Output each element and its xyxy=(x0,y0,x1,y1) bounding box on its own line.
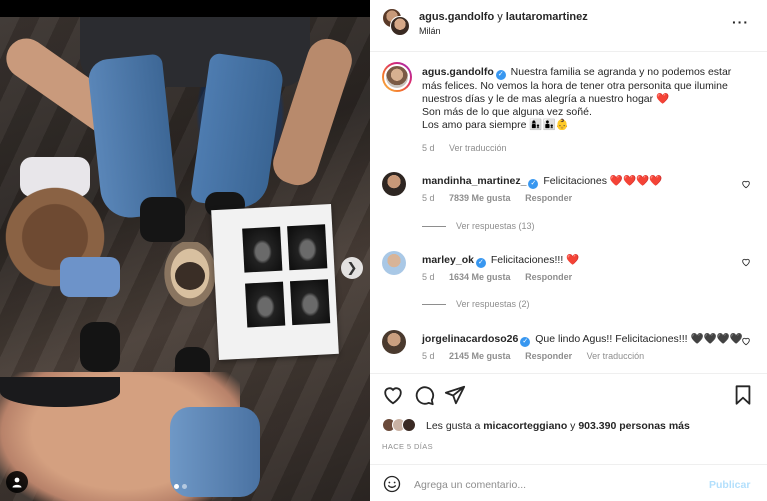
family-emoji: 👩‍👦👨‍👦👶 xyxy=(529,119,569,131)
comment-likes[interactable]: 1634 Me gusta xyxy=(449,272,511,282)
location-link[interactable]: Milán xyxy=(419,26,441,36)
caption-avatar[interactable] xyxy=(382,62,412,92)
caption-meta: 5 d Ver traducción xyxy=(422,143,519,153)
comment-likes[interactable]: 2145 Me gusta xyxy=(449,351,511,361)
post-header: agus.gandolfo y lautaromartinez Milán ··… xyxy=(370,0,767,52)
bookmark-icon[interactable] xyxy=(732,384,754,406)
view-replies-link[interactable]: Ver respuestas (2) xyxy=(422,299,530,309)
verified-icon: ✓ xyxy=(495,70,506,80)
reply-link[interactable]: Responder xyxy=(525,272,572,282)
reply-link[interactable]: Responder xyxy=(525,351,572,361)
user-icon xyxy=(12,477,22,488)
carousel-dot xyxy=(182,484,187,489)
photo-shoe xyxy=(140,197,185,242)
liker-username[interactable]: micacorteggiano xyxy=(483,420,567,432)
share-icon[interactable] xyxy=(444,384,466,406)
comment-age[interactable]: 5 d xyxy=(422,272,435,282)
likes-summary: Les gusta a micacorteggiano y 903.390 pe… xyxy=(382,418,754,434)
comment-text: Felicitaciones ❤️❤️❤️❤️ xyxy=(543,175,663,187)
view-replies-text: Ver respuestas (13) xyxy=(456,221,535,231)
view-replies-link[interactable]: Ver respuestas (13) xyxy=(422,221,535,231)
avatar xyxy=(402,418,416,432)
divider xyxy=(370,373,767,374)
heart-outline-icon[interactable] xyxy=(741,257,751,267)
photo-shoe xyxy=(80,322,120,372)
replies-line xyxy=(422,304,446,306)
emoji-icon[interactable] xyxy=(383,475,401,493)
instagram-post-modal: ❯ agus.gandolfo y lautaromartinez Milán xyxy=(0,0,767,501)
comment-text: Felicitaciones!!! ❤️ xyxy=(490,254,580,266)
caption-username[interactable]: agus.gandolfo xyxy=(422,66,494,78)
photo-pug xyxy=(175,262,205,290)
likes-middle: y xyxy=(570,420,576,432)
comment-icon[interactable] xyxy=(413,384,435,406)
heart-outline-icon[interactable] xyxy=(741,179,751,189)
replies-line xyxy=(422,226,446,228)
view-replies-text: Ver respuestas (2) xyxy=(456,299,530,309)
translate-link[interactable]: Ver traducción xyxy=(587,351,645,361)
comment-meta: 5 d 2145 Me gusta Responder Ver traducci… xyxy=(422,351,656,361)
likes-prefix: Les gusta a xyxy=(426,420,481,432)
username-link[interactable]: agus.gandolfo xyxy=(419,11,494,23)
connector-text: y xyxy=(497,11,503,23)
comment-username[interactable]: marley_ok xyxy=(422,254,474,266)
comment-meta: 5 d 1634 Me gusta Responder xyxy=(422,272,584,282)
photo-top xyxy=(0,377,120,407)
tagged-users-button[interactable] xyxy=(6,471,28,493)
comment-input[interactable]: Agrega un comentario... xyxy=(414,479,694,491)
carousel-dots xyxy=(174,484,187,489)
ultrasound-scan xyxy=(245,281,286,328)
comment-username[interactable]: mandinha_martinez_ xyxy=(422,175,526,187)
post-caption: agus.gandolfo ✓ Nuestra familia se agrand… xyxy=(422,66,752,132)
avatar xyxy=(384,64,410,90)
avatar xyxy=(390,16,410,36)
reply-link[interactable]: Responder xyxy=(525,193,572,203)
comment-username[interactable]: jorgelinacardoso26 xyxy=(422,333,518,345)
post-photo[interactable]: ❯ xyxy=(0,17,370,501)
posted-time[interactable]: HACE 5 DÍAS xyxy=(382,442,433,451)
comment-body: mandinha_martinez_ ✓ Felicitaciones ❤️❤️❤… xyxy=(422,174,662,189)
comment-body: jorgelinacardoso26 ✓ Que lindo Agus!! Fel… xyxy=(422,332,743,347)
commenter-avatar[interactable] xyxy=(382,251,406,275)
caption-age[interactable]: 5 d xyxy=(422,143,435,153)
collab-usernames: agus.gandolfo y lautaromartinez xyxy=(419,11,588,23)
ultrasound-scan xyxy=(287,224,328,271)
verified-icon: ✓ xyxy=(528,179,539,189)
publish-button[interactable]: Publicar xyxy=(709,479,750,491)
more-options-button[interactable]: ··· xyxy=(732,14,749,30)
username-link[interactable]: lautaromartinez xyxy=(506,11,588,23)
comment-text: Que lindo Agus!! Felicitaciones!!! 🖤🖤🖤🖤 xyxy=(535,333,743,345)
commenter-avatar[interactable] xyxy=(382,330,406,354)
likes-text: Les gusta a micacorteggiano y 903.390 pe… xyxy=(426,420,690,432)
heart-emoji: ❤️ xyxy=(656,93,670,105)
translate-link[interactable]: Ver traducción xyxy=(449,143,507,153)
ultrasound-sheet xyxy=(211,203,339,361)
carousel-dot xyxy=(174,484,179,489)
verified-icon: ✓ xyxy=(520,337,531,347)
photo-kid xyxy=(60,257,120,297)
collab-avatars[interactable] xyxy=(382,8,410,36)
add-comment-bar: Agrega un comentario... Publicar xyxy=(370,465,767,501)
like-heart-icon[interactable] xyxy=(382,384,404,406)
verified-icon: ✓ xyxy=(475,258,486,268)
ultrasound-scan xyxy=(242,226,283,273)
comment-meta: 5 d 7839 Me gusta Responder xyxy=(422,193,584,203)
caption-text: Los amo para siempre xyxy=(422,119,527,131)
carousel-next-button[interactable]: ❯ xyxy=(341,257,363,279)
caption-text: Son más de lo que alguna vez soñé. xyxy=(422,106,592,118)
comment-age[interactable]: 5 d xyxy=(422,193,435,203)
comment-age[interactable]: 5 d xyxy=(422,351,435,361)
likes-count[interactable]: 903.390 personas más xyxy=(578,420,690,432)
comment-body: marley_ok ✓ Felicitaciones!!! ❤️ xyxy=(422,253,579,268)
post-sidebar: agus.gandolfo y lautaromartinez Milán ··… xyxy=(370,0,767,501)
chevron-right-icon: ❯ xyxy=(346,260,358,275)
more-horizontal-icon: ··· xyxy=(732,14,749,30)
ultrasound-scan xyxy=(289,279,331,326)
post-actions xyxy=(382,384,754,406)
comment-likes[interactable]: 7839 Me gusta xyxy=(449,193,511,203)
commenter-avatar[interactable] xyxy=(382,172,406,196)
heart-outline-icon[interactable] xyxy=(741,336,751,346)
